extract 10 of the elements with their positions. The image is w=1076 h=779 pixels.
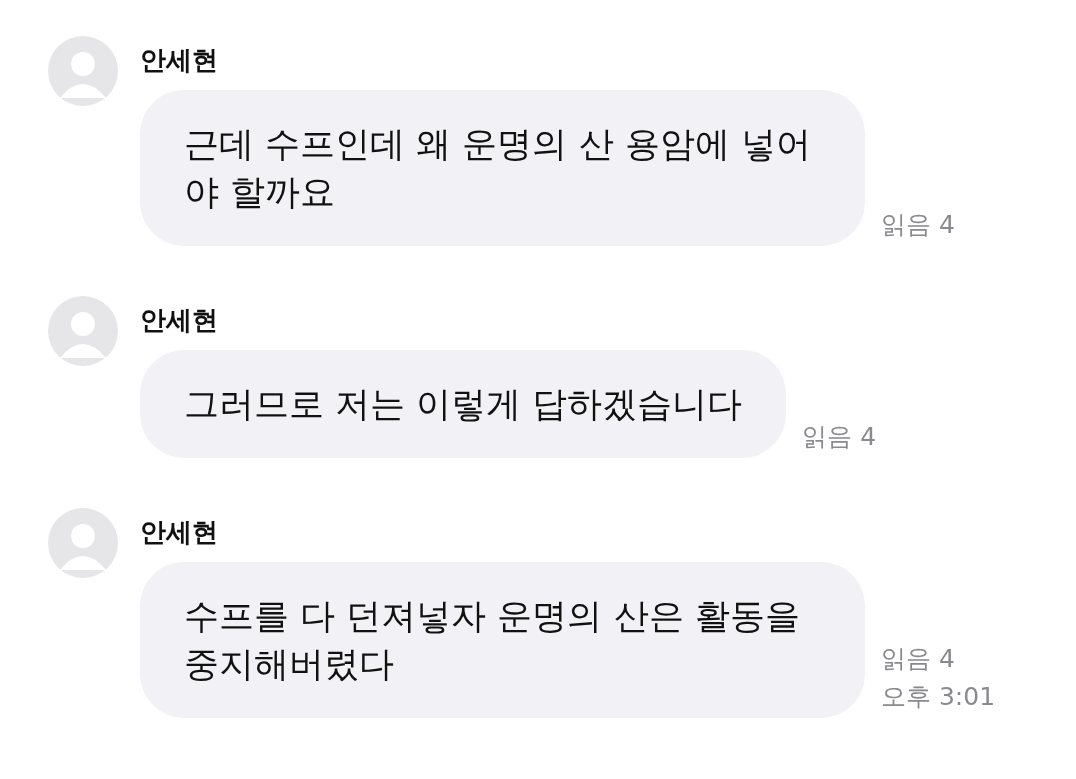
sender-name: 안세현 (140, 304, 219, 337)
sender-name: 안세현 (140, 516, 219, 549)
message-bubble: 근데 수프인데 왜 운명의 산 용암에 넣어야 할까요 (140, 90, 865, 246)
read-count: 읽음 4 (881, 643, 956, 675)
message-time: 오후 3:01 (881, 681, 996, 713)
read-count: 읽음 4 (802, 421, 877, 453)
message-bubble: 그러므로 저는 이렇게 답하겠습니다 (140, 350, 787, 458)
read-count: 읽음 4 (881, 209, 955, 241)
message-bubble: 수프를 다 던져넣자 운명의 산은 활동을 중지해버렸다 (140, 562, 865, 718)
sender-name: 안세현 (140, 44, 219, 77)
